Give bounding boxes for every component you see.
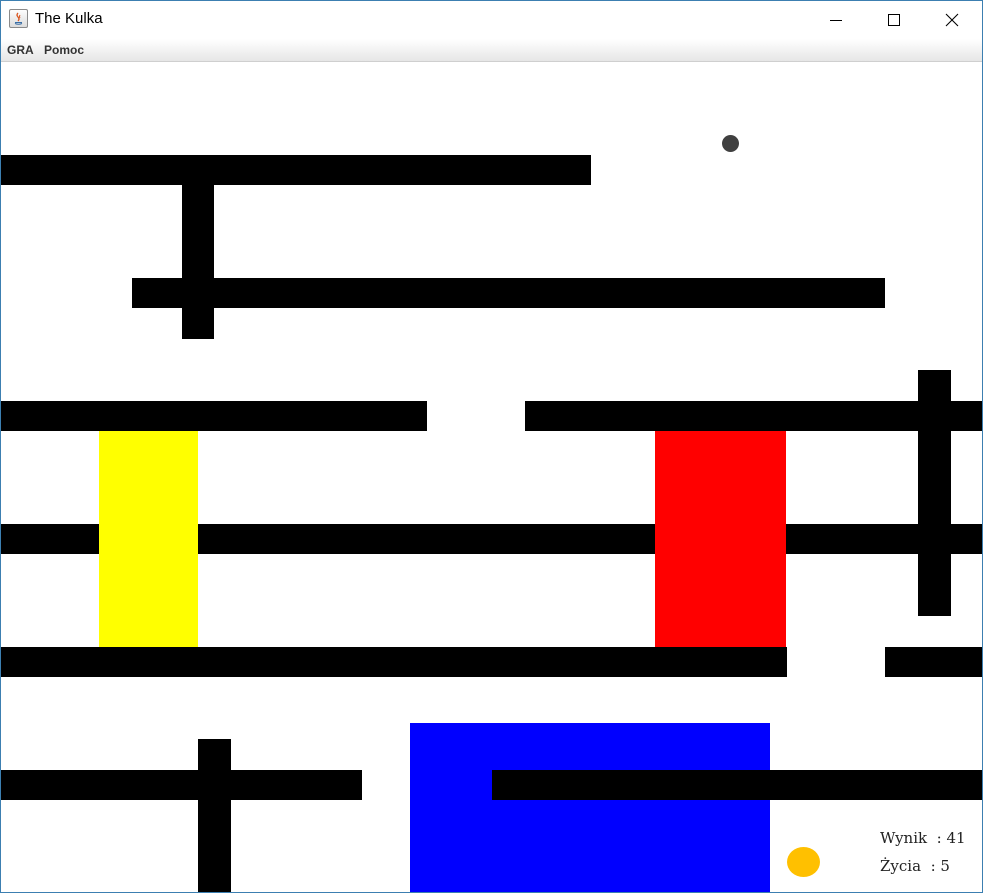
menu-bar: GRA Pomoc xyxy=(1,39,982,62)
wall xyxy=(492,770,982,800)
blue-zone xyxy=(410,723,770,892)
wall xyxy=(1,401,427,431)
menu-pomoc[interactable]: Pomoc xyxy=(44,43,84,57)
lives-label: Życia xyxy=(880,857,922,875)
menu-gra[interactable]: GRA xyxy=(7,43,34,57)
yellow-zone xyxy=(99,431,198,647)
ball xyxy=(722,135,739,152)
minimize-icon xyxy=(830,20,842,21)
window-title: The Kulka xyxy=(35,10,103,27)
score-display: Wynik : 41 xyxy=(880,829,966,847)
wall xyxy=(132,278,885,308)
java-app-icon xyxy=(9,9,28,28)
score-value: 41 xyxy=(946,829,966,847)
close-icon xyxy=(945,13,959,27)
wall xyxy=(786,524,982,554)
minimize-button[interactable] xyxy=(807,1,865,39)
title-bar[interactable]: The Kulka xyxy=(1,1,982,39)
game-window: The Kulka GRA Pomoc Wynik: 41 Życia: 5 xyxy=(0,0,983,893)
wall xyxy=(1,155,591,185)
wall xyxy=(885,647,982,677)
close-button[interactable] xyxy=(923,1,981,39)
target-hole xyxy=(787,847,820,877)
maximize-icon xyxy=(888,14,900,26)
lives-display: Życia : 5 xyxy=(880,857,950,875)
wall xyxy=(1,524,99,554)
score-label: Wynik xyxy=(880,829,928,847)
wall xyxy=(918,370,951,616)
wall xyxy=(198,739,231,892)
wall xyxy=(525,401,982,431)
wall xyxy=(198,524,655,554)
lives-value: 5 xyxy=(940,857,950,875)
wall xyxy=(1,647,787,677)
maximize-button[interactable] xyxy=(865,1,923,39)
wall xyxy=(182,185,214,339)
wall xyxy=(1,770,362,800)
game-board[interactable]: Wynik : 41 Życia : 5 xyxy=(1,62,982,892)
red-zone xyxy=(655,431,786,647)
